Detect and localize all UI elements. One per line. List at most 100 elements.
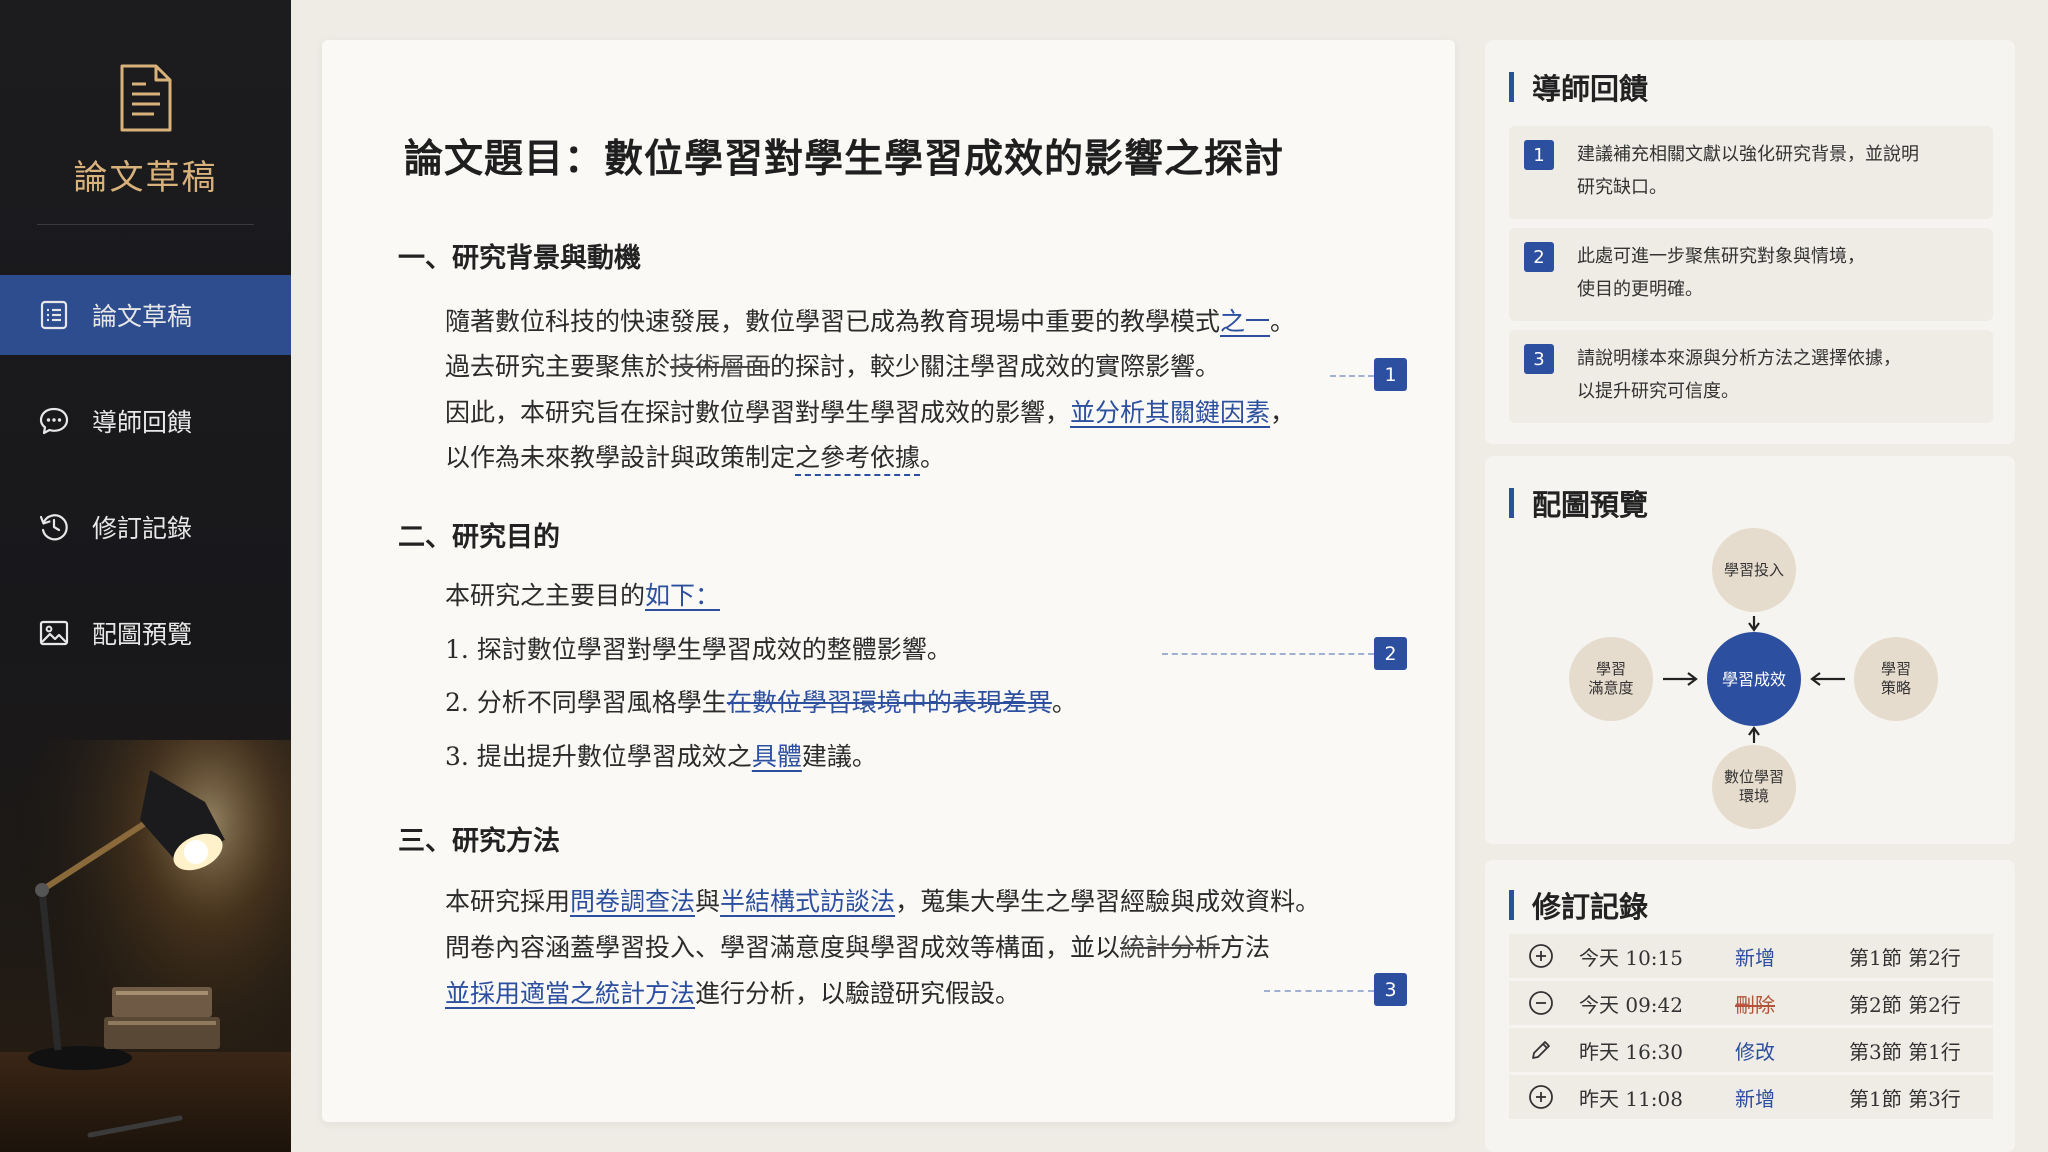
revision-type: 修改 bbox=[1735, 1039, 1775, 1064]
section-heading: 三、研究方法 bbox=[398, 826, 560, 857]
desk-lamp-illustration bbox=[0, 740, 291, 1152]
feedback-item[interactable]: 2 此處可進一步聚焦研究對象與情境， 使目的更明確。 bbox=[1509, 228, 1993, 321]
feedback-panel: 導師回饋 1 建議補充相關文獻以強化研究背景，並說明 研究缺口。 2 此處可進一步… bbox=[1485, 40, 2015, 444]
text: 本研究採用 bbox=[445, 887, 571, 916]
comment-marker-2[interactable]: 2 bbox=[1374, 637, 1407, 670]
paragraph-line: 1. 探討數位學習對學生學習成效的整體影響。 bbox=[445, 630, 952, 666]
text: 。 bbox=[920, 443, 946, 472]
deletion[interactable]: 在數位學習環境中的表現差異 bbox=[727, 688, 1052, 717]
feedback-item[interactable]: 3 請說明樣本來源與分析方法之選擇依據， 以提升研究可信度。 bbox=[1509, 330, 1993, 423]
deletion[interactable]: 技術層面 bbox=[670, 352, 770, 381]
revision-row[interactable]: 昨天 16:30 修改 第3節 第1行 bbox=[1509, 1028, 1993, 1072]
revision-row[interactable]: 今天 10:15 新增 第1節 第2行 bbox=[1509, 934, 1993, 978]
deletion[interactable]: 統計分析 bbox=[1120, 933, 1220, 962]
draft-paper: 論文題目：數位學習對學生學習成效的影響之探討 一、研究背景與動機 隨著數位科技的… bbox=[322, 40, 1455, 1122]
sidebar-item-label: 配圖預覽 bbox=[92, 620, 193, 649]
sidebar-item-label: 導師回饋 bbox=[92, 408, 193, 437]
insertion[interactable]: 半結構式訪談法 bbox=[720, 887, 895, 916]
minus-circle-icon bbox=[1529, 991, 1553, 1015]
node-bottom-label: 環境 bbox=[1739, 787, 1769, 805]
plus-circle-icon bbox=[1529, 944, 1553, 968]
paragraph-line: 隨著數位科技的快速發展，數位學習已成為教育現場中重要的教學模式之一。 bbox=[445, 302, 1295, 338]
feedback-text: 此處可進一步聚焦研究對象與情境， 使目的更明確。 bbox=[1577, 246, 1865, 300]
paper-title: 論文題目：數位學習對學生學習成效的影響之探討 bbox=[404, 136, 1285, 182]
node-left-label: 學習 bbox=[1596, 660, 1626, 678]
comment-leader bbox=[1162, 653, 1374, 655]
insertion[interactable]: 之一 bbox=[1220, 307, 1270, 336]
paragraph-line: 2. 分析不同學習風格學生在數位學習環境中的表現差異。 bbox=[445, 683, 1077, 719]
text: 。 bbox=[1051, 688, 1077, 717]
insertion[interactable]: 具體 bbox=[752, 742, 802, 771]
node-bottom-label: 數位學習 bbox=[1724, 768, 1784, 786]
text: 以作為未來教學設計與政策制定 bbox=[445, 443, 796, 472]
revision-location: 第2節 第2行 bbox=[1849, 992, 1961, 1017]
comment-anchor[interactable]: 之參考依據 bbox=[795, 443, 921, 476]
revision-location: 第1節 第3行 bbox=[1849, 1086, 1961, 1111]
text: 隨著數位科技的快速發展，數位學習已成為教育現場中重要的教學模式 bbox=[445, 307, 1221, 336]
plus-circle-icon bbox=[1529, 1085, 1553, 1109]
paragraph-line: 並採用適當之統計方法進行分析，以驗證研究假設。 bbox=[445, 974, 1020, 1010]
revision-row[interactable]: 今天 09:42 刪除 第2節 第2行 bbox=[1509, 981, 1993, 1025]
text: 的探討，較少關注學習成效的實際影響。 bbox=[770, 352, 1221, 381]
paragraph-line: 過去研究主要聚焦於技術層面的探討，較少關注學習成效的實際影響。 bbox=[445, 347, 1220, 383]
node-top-label: 學習投入 bbox=[1724, 561, 1784, 579]
feedback-number: 1 bbox=[1524, 140, 1554, 170]
text: 問卷內容涵蓋學習投入、學習滿意度與學習成效等構面，並以 bbox=[445, 933, 1121, 962]
panel-title: 導師回饋 bbox=[1509, 66, 1648, 108]
sidebar-item-revisions[interactable]: 修訂記錄 bbox=[0, 487, 291, 567]
sidebar-item-label: 論文草稿 bbox=[92, 302, 193, 331]
insertion[interactable]: 問卷調查法 bbox=[570, 887, 695, 916]
feedback-item[interactable]: 1 建議補充相關文獻以強化研究背景，並說明 研究缺口。 bbox=[1509, 126, 1993, 219]
text: 進行分析，以驗證研究假設。 bbox=[695, 979, 1021, 1008]
text: 本研究之主要目的 bbox=[445, 581, 646, 610]
paragraph-line: 3. 提出提升數位學習成效之具體建議。 bbox=[445, 737, 877, 773]
revision-type: 刪除 bbox=[1735, 992, 1775, 1017]
text: 2. 分析不同學習風格學生 bbox=[445, 688, 727, 717]
revision-time: 今天 09:42 bbox=[1579, 992, 1683, 1017]
revision-location: 第1節 第2行 bbox=[1849, 945, 1961, 970]
sidebar-item-figures[interactable]: 配圖預覽 bbox=[0, 593, 291, 673]
sidebar-item-label: 修訂記錄 bbox=[92, 514, 193, 543]
document-icon bbox=[120, 64, 171, 132]
divider bbox=[37, 224, 254, 225]
document-list-icon bbox=[40, 300, 68, 330]
paragraph-line: 本研究之主要目的如下： bbox=[445, 576, 720, 612]
image-icon bbox=[39, 620, 69, 646]
sidebar-item-feedback[interactable]: 導師回饋 bbox=[0, 381, 291, 461]
revision-panel: 修訂記錄 今天 10:15 新增 第1節 第2行 今天 09:42 刪除 第2節… bbox=[1485, 860, 2015, 1152]
text: 過去研究主要聚焦於 bbox=[445, 352, 671, 381]
pencil-icon bbox=[1532, 1041, 1550, 1059]
text: ，蒐集大學生之學習經驗與成效資料。 bbox=[895, 887, 1321, 916]
text: ， bbox=[1270, 398, 1296, 427]
revision-time: 昨天 16:30 bbox=[1579, 1039, 1683, 1064]
feedback-number: 3 bbox=[1524, 344, 1554, 374]
section-heading: 一、研究背景與動機 bbox=[398, 243, 641, 274]
insertion[interactable]: 並採用適當之統計方法 bbox=[445, 979, 695, 1008]
comment-marker-1[interactable]: 1 bbox=[1374, 358, 1407, 391]
revision-type: 新增 bbox=[1735, 945, 1775, 970]
revision-time: 今天 10:15 bbox=[1579, 945, 1683, 970]
revision-location: 第3節 第1行 bbox=[1849, 1039, 1961, 1064]
sidebar-item-draft[interactable]: 論文草稿 bbox=[0, 275, 291, 355]
comment-leader bbox=[1330, 375, 1374, 377]
node-left-label: 滿意度 bbox=[1588, 679, 1633, 697]
revision-time: 昨天 11:08 bbox=[1579, 1086, 1683, 1111]
paragraph-line: 因此，本研究旨在探討數位學習對學生學習成效的影響，並分析其關鍵因素， bbox=[445, 393, 1295, 429]
text: 建議。 bbox=[801, 742, 877, 771]
brand-title: 論文草稿 bbox=[73, 158, 218, 198]
panel-title: 配圖預覽 bbox=[1509, 482, 1648, 524]
insertion[interactable]: 如下： bbox=[645, 581, 720, 610]
section-heading: 二、研究目的 bbox=[398, 522, 560, 553]
figure-panel: 配圖預覽 學習投入 學習 滿意度 學習 策略 數位學習 環境 學習成效 bbox=[1485, 456, 2015, 844]
revision-row[interactable]: 昨天 11:08 新增 第1節 第3行 bbox=[1509, 1075, 1993, 1119]
revision-type: 新增 bbox=[1735, 1086, 1775, 1111]
feedback-text: 建議補充相關文獻以強化研究背景，並說明 研究缺口。 bbox=[1577, 144, 1919, 198]
text: 3. 提出提升數位學習成效之 bbox=[445, 742, 752, 771]
text: 。 bbox=[1270, 307, 1296, 336]
concept-diagram[interactable]: 學習投入 學習 滿意度 學習 策略 數位學習 環境 學習成效 bbox=[1555, 522, 1945, 832]
sidebar: 論文草稿 論文草稿 導師回饋 修訂記錄 配圖預覽 bbox=[0, 0, 291, 1152]
node-right-label: 策略 bbox=[1881, 679, 1911, 697]
sidebar-nav: 論文草稿 導師回饋 修訂記錄 配圖預覽 bbox=[0, 275, 291, 699]
comment-marker-3[interactable]: 3 bbox=[1374, 973, 1407, 1006]
insertion[interactable]: 並分析其關鍵因素 bbox=[1070, 398, 1270, 427]
